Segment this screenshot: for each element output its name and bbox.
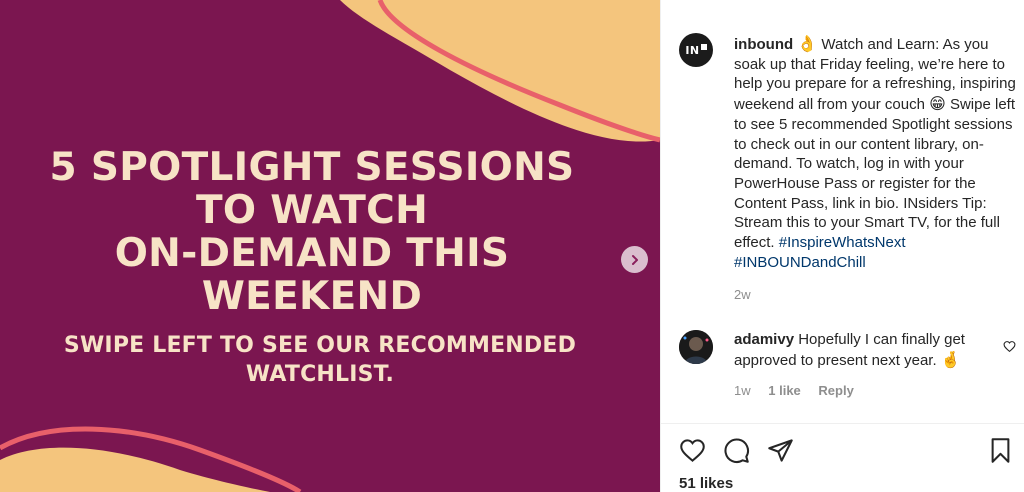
user-photo-icon [679,330,713,364]
ok-hand-emoji: 👌 [797,34,818,53]
next-slide-button[interactable] [621,246,648,273]
comment-meta: 1w 1 like Reply [734,383,868,398]
headline-line: 5 SPOTLIGHT SESSIONS [49,145,575,190]
comment-timestamp[interactable]: 1w [734,383,751,398]
chevron-right-icon [631,254,638,265]
headline-line: WEEKEND [201,274,423,319]
avatar[interactable]: IN [679,33,713,67]
crossed-fingers-emoji: 🤞 [940,349,961,369]
hashtag-link[interactable]: #InspireWhatsNext [779,234,906,251]
avatar-mark [700,44,707,50]
post-headline: 5 SPOTLIGHT SESSIONS TO WATCH ON-DEMAND … [0,146,624,318]
reply-button[interactable]: Reply [818,383,853,398]
share-icon[interactable] [767,437,794,464]
bookmark-icon[interactable] [987,437,1014,464]
post-caption: inbound 👌 Watch and Learn: As you soak u… [734,34,1016,272]
comment-likes[interactable]: 1 like [768,383,801,398]
avatar[interactable] [679,330,713,364]
grinning-emoji: 😁 [929,94,946,114]
divider [661,423,1024,424]
hashtag-link[interactable]: #INBOUNDandChill [734,254,866,271]
post-details-panel: IN inbound 👌 Watch and Learn: As you soa… [660,0,1024,492]
subline-line: WATCHLIST. [245,362,395,387]
caption-text: Swipe left to see 5 recommended Spotligh… [734,96,1016,252]
headline-line: ON-DEMAND THIS [114,231,510,276]
caption-timestamp[interactable]: 2w [734,287,751,302]
headline-line: TO WATCH [195,188,429,233]
comment-username[interactable]: adamivy [734,331,794,348]
avatar-text: IN [685,43,700,57]
comment-icon[interactable] [723,437,750,464]
post-image: 5 SPOTLIGHT SESSIONS TO WATCH ON-DEMAND … [0,0,660,492]
like-comment-heart-icon[interactable] [1003,340,1016,353]
subline-line: SWIPE LEFT TO SEE OUR RECOMMENDED [63,333,577,358]
comment: adamivy Hopefully I can finally get appr… [734,330,990,370]
likes-count[interactable]: 51 likes [679,475,733,492]
post-subline: SWIPE LEFT TO SEE OUR RECOMMENDED WATCHL… [0,331,640,389]
caption-username[interactable]: inbound [734,36,793,53]
heart-icon[interactable] [679,437,706,464]
